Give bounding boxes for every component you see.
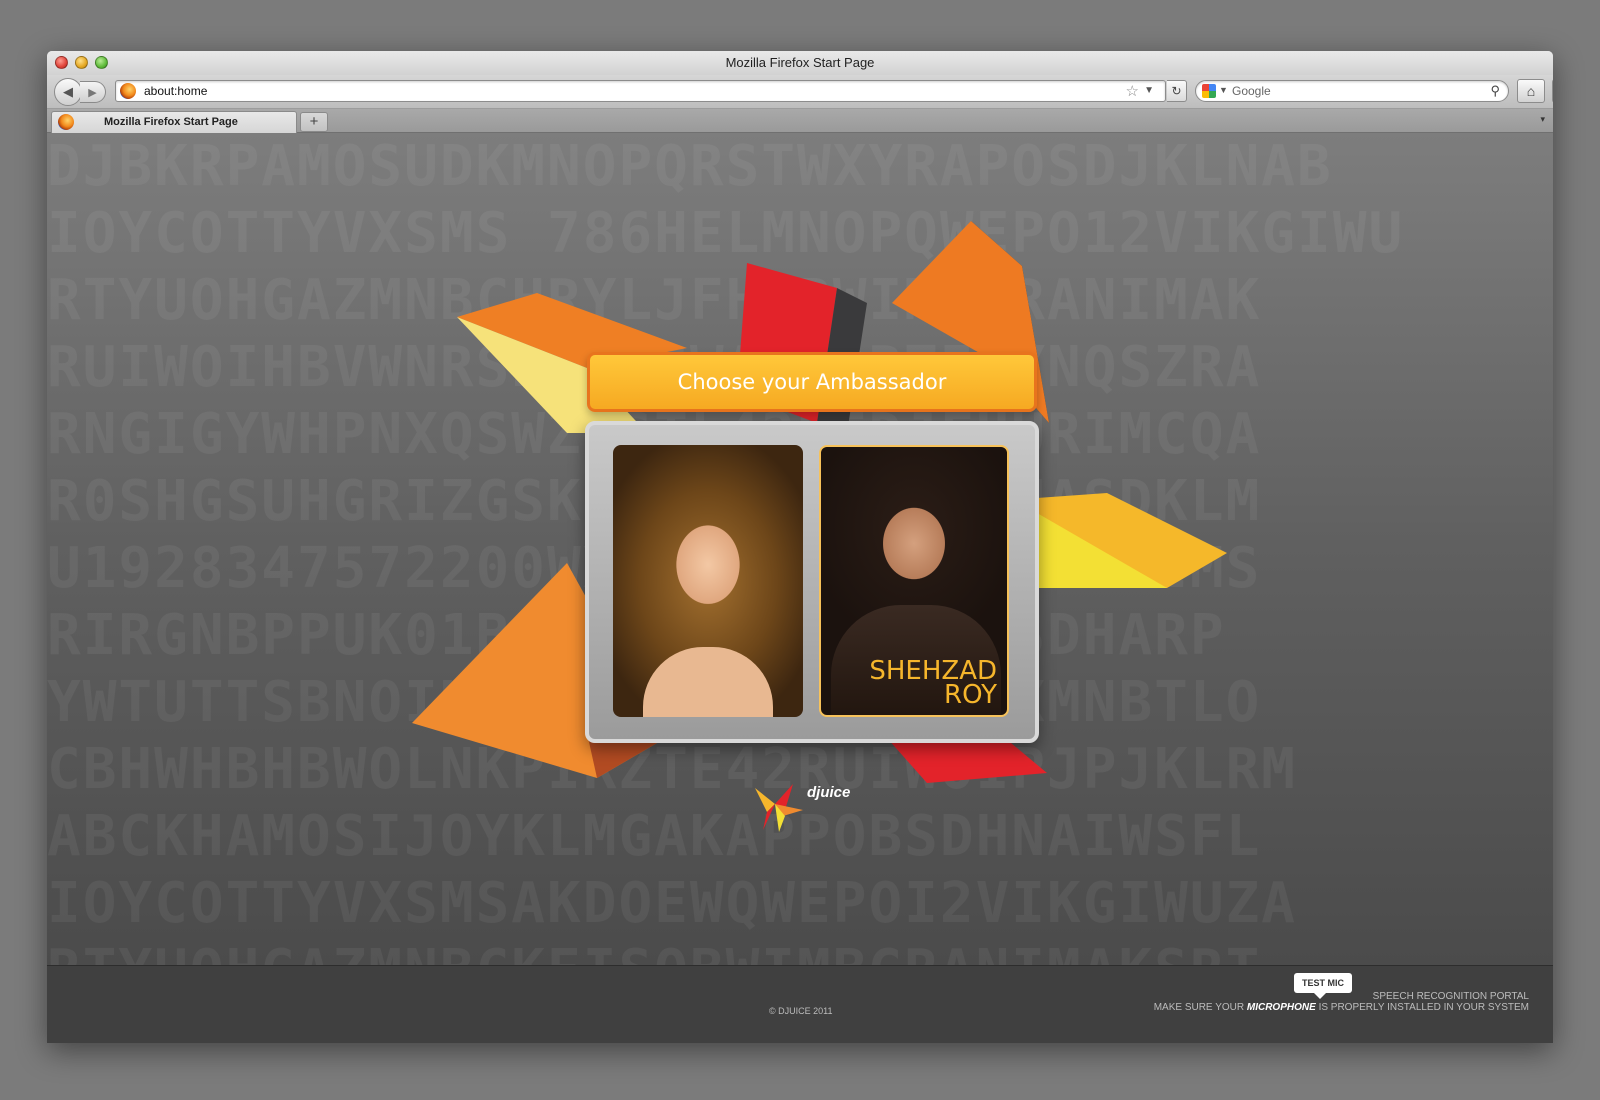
microphone-note: MAKE SURE YOUR MICROPHONE IS PROPERLY IN… [1154, 1002, 1529, 1013]
title-bar: Mozilla Firefox Start Page [47, 51, 1553, 75]
djuice-star-icon [755, 784, 803, 832]
forward-arrow-icon: ▶ [88, 86, 97, 99]
home-button[interactable]: ⌂ [1517, 79, 1545, 103]
back-forward-group: ◀ ▶ [54, 78, 106, 106]
bookmarks-button[interactable]: ★▾ [1552, 79, 1553, 103]
ambassador-name-line2: ROY [944, 680, 997, 710]
home-icon: ⌂ [1526, 83, 1536, 99]
mic-note-prefix: MAKE SURE YOUR [1153, 1002, 1245, 1013]
search-bar[interactable]: ▼ Google ⚲ [1195, 80, 1509, 102]
djuice-logo: djuice [745, 780, 865, 840]
page-content: DJBKRPAMOSUDKMNOPQRSTWXYRAPOSDJKLNAB IOY… [47, 133, 1553, 1043]
search-input[interactable]: Google [1232, 84, 1271, 98]
tab-firefox-start-page[interactable]: Mozilla Firefox Start Page [51, 111, 297, 133]
portrait-shoulders [643, 647, 773, 717]
ambassador-picker: SHEHZAD ROY [585, 421, 1039, 743]
ambassador-portrait-shehzad-roy[interactable]: SHEHZAD ROY [819, 445, 1009, 717]
mic-note-suffix: IS PROPERLY INSTALLED IN YOUR SYSTEM [1318, 1002, 1529, 1013]
url-text[interactable]: about:home [144, 84, 207, 98]
search-engine-dropdown-icon[interactable]: ▼ [1219, 85, 1228, 95]
history-dropdown-icon[interactable]: ▼ [1144, 85, 1154, 96]
page-footer: © DJUICE 2011 TEST MIC SPEECH RECOGNITIO… [47, 965, 1553, 1043]
choose-ambassador-banner: Choose your Ambassador [587, 352, 1037, 412]
reload-button[interactable]: ↻ [1167, 80, 1187, 102]
banner-title: Choose your Ambassador [677, 370, 947, 394]
zoom-window-button[interactable] [95, 56, 108, 69]
navigation-toolbar: ◀ ▶ about:home ☆ ▼ ↻ ▼ Google ⚲ ⌂ ★▾ [47, 75, 1553, 109]
browser-window: Mozilla Firefox Start Page ◀ ▶ about:hom… [47, 51, 1553, 1043]
firefox-icon [120, 83, 136, 99]
new-tab-button[interactable]: + [300, 112, 328, 132]
tab-label: Mozilla Firefox Start Page [104, 116, 238, 128]
mic-note-emphasis: MICROPHONE [1246, 1002, 1316, 1013]
forward-button[interactable]: ▶ [80, 81, 106, 103]
plus-icon: + [309, 113, 319, 130]
tab-bar: Mozilla Firefox Start Page + ▾ [47, 109, 1553, 133]
ambassador-name: SHEHZAD ROY [869, 658, 997, 710]
reload-icon: ↻ [1171, 84, 1182, 98]
close-window-button[interactable] [55, 56, 68, 69]
address-bar[interactable]: about:home ☆ ▼ [115, 80, 1166, 102]
google-icon[interactable] [1202, 84, 1216, 98]
magnifier-icon[interactable]: ⚲ [1490, 83, 1500, 99]
back-arrow-icon: ◀ [63, 84, 73, 99]
ambassador-portrait-woman[interactable] [613, 445, 803, 717]
tab-list-icon[interactable]: ▾ [1540, 114, 1545, 125]
back-button[interactable]: ◀ [54, 78, 82, 106]
portal-title: SPEECH RECOGNITION PORTAL [1372, 991, 1529, 1002]
firefox-icon [58, 114, 74, 130]
window-title: Mozilla Firefox Start Page [725, 55, 875, 70]
test-mic-button[interactable]: TEST MIC [1294, 973, 1352, 999]
copyright-text: © DJUICE 2011 [769, 1006, 833, 1016]
logo-text: djuice [807, 784, 851, 801]
star-icon[interactable]: ☆ [1126, 82, 1139, 100]
minimize-window-button[interactable] [75, 56, 88, 69]
